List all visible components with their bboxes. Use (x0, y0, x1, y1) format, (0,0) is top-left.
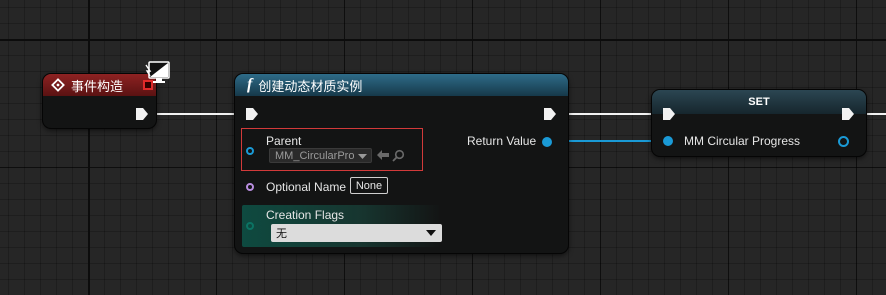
exec-out-pin[interactable] (841, 107, 855, 121)
exec-out-pin[interactable] (543, 107, 557, 121)
creation-flags-value: 无 (276, 228, 287, 240)
chevron-down-icon (426, 230, 436, 236)
optional-name-label: Optional Name (266, 180, 347, 194)
function-f-icon: f (247, 76, 253, 93)
create-material-header: f 创建动态材质实例 (235, 74, 568, 96)
event-construct-header: 事件构造 (43, 74, 156, 96)
creation-flags-label: Creation Flags (266, 208, 345, 222)
parent-input-pin[interactable] (246, 147, 254, 155)
server-client-monitor-icon (145, 61, 170, 83)
optional-name-field[interactable]: None (350, 177, 388, 194)
event-diamond-icon (51, 78, 65, 92)
exec-out-pin[interactable] (135, 107, 149, 121)
set-node[interactable]: SET MM Circular Progress (652, 90, 866, 156)
parent-label: Parent (266, 134, 302, 148)
optional-name-value: None (355, 179, 383, 192)
variable-input-pin[interactable] (663, 136, 673, 146)
event-construct-title: 事件构造 (71, 78, 124, 94)
creation-flags-pin[interactable] (246, 222, 254, 230)
exec-in-pin[interactable] (245, 107, 259, 121)
variable-output-pin[interactable] (838, 136, 849, 147)
optional-name-pin[interactable] (246, 183, 254, 191)
return-value-pin[interactable] (542, 137, 552, 147)
variable-label: MM Circular Progress (684, 134, 801, 148)
creation-flags-dropdown[interactable]: 无 (271, 224, 442, 242)
arrow-left-icon[interactable] (376, 149, 390, 161)
set-header: SET (652, 90, 866, 114)
parent-asset-value: MM_CircularProg (275, 149, 355, 162)
set-title: SET (748, 96, 770, 108)
magnifier-icon[interactable] (392, 149, 405, 162)
chevron-down-icon (358, 154, 367, 159)
exec-in-pin[interactable] (662, 107, 676, 121)
event-construct-node[interactable]: 事件构造 (43, 74, 156, 128)
return-value-label: Return Value (467, 134, 537, 148)
parent-asset-dropdown[interactable]: MM_CircularProg (269, 148, 372, 163)
create-material-node[interactable]: f 创建动态材质实例 Parent MM_CircularProg Option… (235, 74, 568, 253)
create-material-title: 创建动态材质实例 (258, 78, 363, 94)
